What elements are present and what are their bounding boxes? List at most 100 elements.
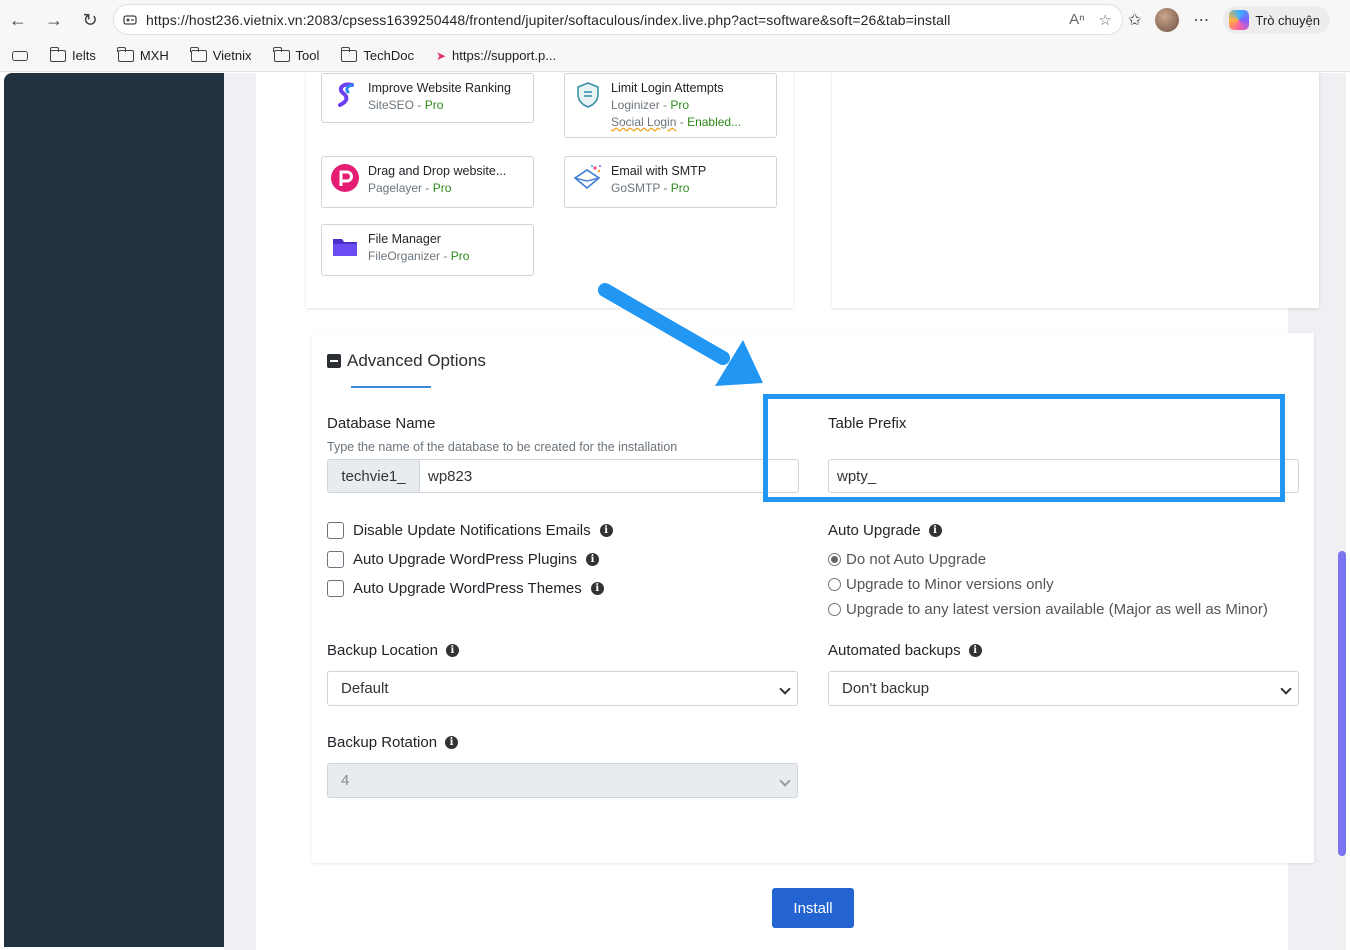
bookmark-label: Tool bbox=[295, 48, 320, 63]
radio-label: Upgrade to any latest version available … bbox=[846, 601, 1268, 618]
browser-toolbar: ← → ↻ https://host236.vietnix.vn:2083/cp… bbox=[0, 0, 1350, 40]
folder-logo-icon bbox=[330, 231, 360, 261]
annotation-arrow-icon bbox=[598, 283, 763, 386]
page-scrollbar[interactable] bbox=[1338, 73, 1346, 950]
siteseo-logo-icon bbox=[330, 80, 360, 110]
bookmark-link[interactable]: ➤ https://support.p... bbox=[436, 48, 556, 63]
collections-icon[interactable] bbox=[12, 50, 28, 61]
radio-button[interactable] bbox=[828, 603, 841, 616]
install-button[interactable]: Install bbox=[772, 888, 854, 928]
bookmark-label: https://support.p... bbox=[452, 48, 557, 63]
scrollbar-thumb[interactable] bbox=[1338, 551, 1346, 856]
automated-backups-select[interactable]: Don't backup bbox=[828, 671, 1299, 706]
folder-icon bbox=[190, 46, 207, 62]
auto-upgrade-option-major[interactable]: Upgrade to any latest version available … bbox=[828, 601, 1268, 618]
plugin-name: Email with SMTP bbox=[611, 164, 707, 178]
favorites-icon[interactable]: ✩ bbox=[1128, 10, 1141, 30]
plugin-name: File Manager bbox=[368, 232, 441, 246]
info-icon[interactable]: i bbox=[928, 524, 942, 537]
backup-rotation-select: 4 bbox=[327, 763, 798, 798]
profile-avatar[interactable] bbox=[1155, 8, 1180, 32]
info-icon[interactable]: i bbox=[586, 553, 600, 566]
advanced-options-toggle[interactable]: Advanced Options bbox=[327, 351, 486, 371]
backup-location-label: Backup Location i bbox=[327, 642, 459, 659]
bookmark-folder[interactable]: MXH bbox=[117, 46, 169, 63]
info-icon[interactable]: i bbox=[599, 524, 613, 537]
disable-update-emails-checkbox[interactable]: Disable Update Notifications Emails i bbox=[327, 522, 613, 539]
copilot-icon bbox=[1229, 10, 1250, 30]
table-prefix-highlight bbox=[763, 394, 1285, 502]
database-name-input[interactable]: wp823 bbox=[419, 459, 799, 493]
auto-upgrade-label: Auto Upgrade i bbox=[828, 522, 942, 539]
read-aloud-icon[interactable]: Aⁿ bbox=[1069, 11, 1084, 29]
plugin-siteseo[interactable]: Improve Website Ranking SiteSEO - Pro bbox=[321, 73, 534, 123]
right-card bbox=[832, 73, 1319, 308]
plugin-vendor: Pagelayer bbox=[368, 181, 423, 195]
select-value: Don't backup bbox=[842, 680, 930, 697]
plugin-tier: Pro bbox=[450, 249, 470, 263]
plugin-tier: Pro bbox=[424, 98, 444, 112]
bookmark-label: Ielts bbox=[72, 48, 96, 63]
plugin-loginizer[interactable]: Limit Login Attempts Loginizer - Pro Soc… bbox=[564, 73, 777, 138]
plugin-card-left: Improve Website Ranking SiteSEO - Pro Dr… bbox=[306, 73, 793, 308]
url-text: https://host236.vietnix.vn:2083/cpsess16… bbox=[146, 11, 951, 28]
copilot-label: Trò chuyện bbox=[1255, 12, 1320, 28]
info-icon[interactable]: i bbox=[590, 582, 604, 595]
info-icon[interactable]: i bbox=[968, 644, 982, 657]
chevron-down-icon bbox=[1280, 683, 1292, 695]
social-login-label: Social Login bbox=[611, 115, 677, 129]
radio-button-selected[interactable] bbox=[828, 553, 841, 566]
folder-icon bbox=[273, 46, 290, 62]
section-underline bbox=[351, 386, 431, 388]
plugin-tier: Pro bbox=[432, 181, 452, 195]
auto-upgrade-plugins-checkbox[interactable]: Auto Upgrade WordPress Plugins i bbox=[327, 551, 600, 568]
radio-button[interactable] bbox=[828, 578, 841, 591]
checkbox[interactable] bbox=[327, 522, 344, 539]
bookmark-label: MXH bbox=[139, 48, 169, 63]
backup-rotation-label: Backup Rotation i bbox=[327, 734, 459, 751]
plugin-fileorganizer[interactable]: File Manager FileOrganizer - Pro bbox=[321, 224, 534, 276]
favorite-star-icon[interactable]: ☆ bbox=[1099, 11, 1112, 29]
copilot-button[interactable]: Trò chuyện bbox=[1223, 6, 1330, 34]
checkbox[interactable] bbox=[327, 580, 344, 597]
database-prefix: techvie1_ bbox=[327, 459, 419, 493]
chevron-down-icon bbox=[779, 683, 791, 695]
address-bar[interactable]: https://host236.vietnix.vn:2083/cpsess16… bbox=[113, 4, 1123, 35]
plugin-tier: Pro bbox=[670, 181, 690, 195]
bookmark-folder[interactable]: Ielts bbox=[49, 46, 96, 63]
auto-upgrade-option-none[interactable]: Do not Auto Upgrade bbox=[828, 551, 986, 568]
plugin-pagelayer[interactable]: Drag and Drop website... Pagelayer - Pro bbox=[321, 156, 534, 208]
info-icon[interactable]: i bbox=[445, 644, 459, 657]
main-content: Improve Website Ranking SiteSEO - Pro Dr… bbox=[224, 73, 1338, 950]
plugin-vendor: GoSMTP bbox=[611, 181, 661, 195]
bookmarks-bar: Ielts MXH Vietnix Tool TechDoc ➤ https:/… bbox=[0, 40, 1350, 72]
info-icon[interactable]: i bbox=[445, 736, 459, 749]
database-name-group: techvie1_ wp823 bbox=[327, 459, 799, 493]
auto-upgrade-option-minor[interactable]: Upgrade to Minor versions only bbox=[828, 576, 1054, 593]
automated-backups-label: Automated backups i bbox=[828, 642, 982, 659]
site-info-icon[interactable] bbox=[122, 12, 138, 28]
checkbox[interactable] bbox=[327, 551, 344, 568]
auto-upgrade-themes-checkbox[interactable]: Auto Upgrade WordPress Themes i bbox=[327, 580, 604, 597]
bookmark-folder[interactable]: Vietnix bbox=[190, 46, 252, 63]
back-icon[interactable]: ← bbox=[0, 0, 36, 40]
plugin-gosmtp[interactable]: Email with SMTP GoSMTP - Pro bbox=[564, 156, 777, 208]
bookmark-folder[interactable]: TechDoc bbox=[340, 46, 414, 63]
bookmark-folder[interactable]: Tool bbox=[273, 46, 320, 63]
database-name-label: Database Name bbox=[327, 415, 436, 432]
radio-label: Upgrade to Minor versions only bbox=[846, 576, 1054, 593]
more-menu-icon[interactable]: ⋯ bbox=[1193, 10, 1209, 30]
pagelayer-logo-icon bbox=[330, 163, 360, 193]
radio-label: Do not Auto Upgrade bbox=[846, 551, 987, 568]
advanced-options-title: Advanced Options bbox=[347, 351, 486, 370]
backup-location-select[interactable]: Default bbox=[327, 671, 798, 706]
folder-icon bbox=[117, 46, 134, 62]
plugin-vendor: SiteSEO bbox=[368, 98, 415, 112]
bookmark-label: TechDoc bbox=[363, 48, 414, 63]
install-panel: Improve Website Ranking SiteSEO - Pro Dr… bbox=[256, 73, 1319, 950]
checkbox-label: Auto Upgrade WordPress Themes bbox=[353, 580, 582, 597]
plugin-name: Drag and Drop website... bbox=[368, 164, 507, 178]
plugin-name: Improve Website Ranking bbox=[368, 81, 511, 95]
reload-icon[interactable]: ↻ bbox=[72, 0, 108, 40]
forward-icon[interactable]: → bbox=[36, 0, 72, 40]
